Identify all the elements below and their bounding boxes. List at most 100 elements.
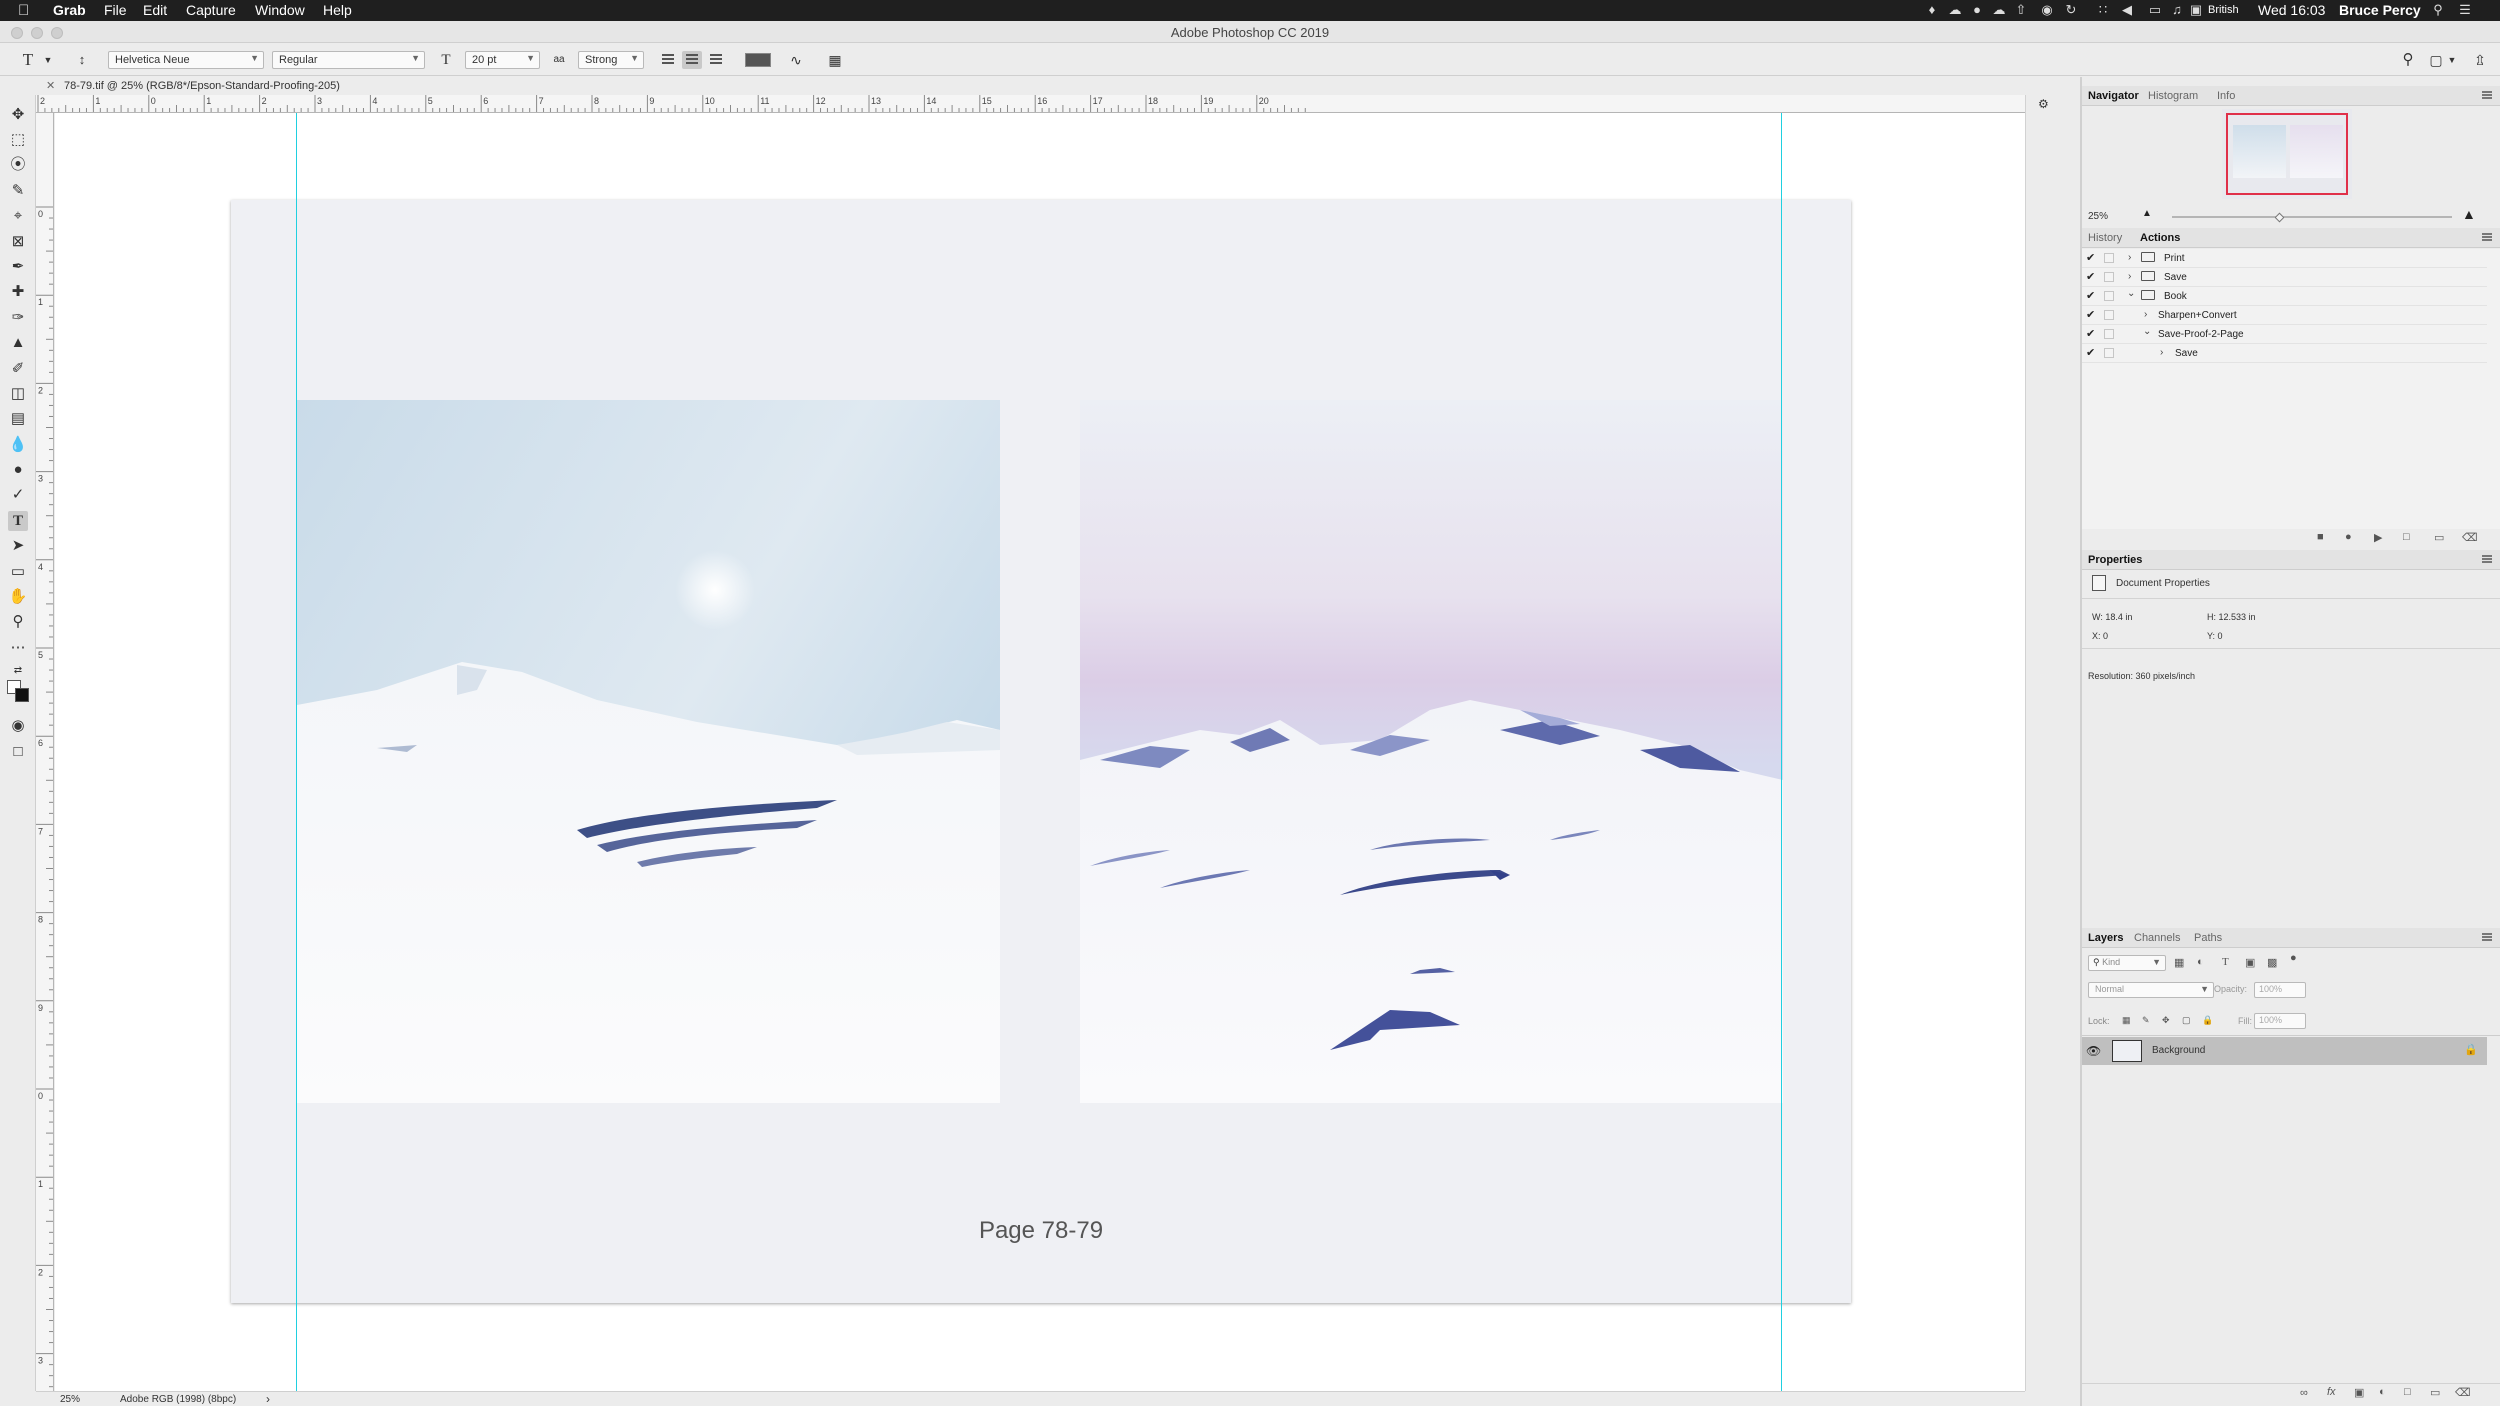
y-value[interactable]: Y: 0 <box>2207 631 2223 641</box>
eraser-tool-icon[interactable]: ◫ <box>8 384 28 404</box>
warp-text-icon[interactable]: ∿ <box>788 52 804 68</box>
font-family-select[interactable]: Helvetica Neue ▼ <box>108 51 264 69</box>
action-row[interactable]: ✔ › Sharpen+Convert <box>2082 306 2487 325</box>
fill-input[interactable]: 100% <box>2254 1013 2306 1029</box>
navigator-zoom-value[interactable]: 25% <box>2088 211 2108 222</box>
tab-layers[interactable]: Layers <box>2088 932 2123 944</box>
screen-mode-icon[interactable]: □ <box>8 742 28 762</box>
trash-icon[interactable]: ⌫ <box>2462 531 2478 544</box>
clone-stamp-tool-icon[interactable]: ▲ <box>8 333 28 353</box>
smart-object-filter-icon[interactable]: ▩ <box>2267 956 2277 969</box>
zoom-out-icon[interactable]: ▲ <box>2142 208 2152 219</box>
input-language[interactable]: British <box>2208 4 2239 16</box>
checkmark-icon[interactable]: ✔ <box>2086 327 2095 340</box>
text-orientation-icon[interactable]: ↕ <box>74 52 90 68</box>
share-icon[interactable]: ⇫ <box>2472 52 2488 68</box>
menubar-clock[interactable]: Wed 16:03 <box>2258 2 2325 18</box>
workspace-icon[interactable]: ▢ <box>2428 52 2444 68</box>
gradient-tool-icon[interactable]: ▤ <box>8 409 28 429</box>
horizontal-ruler[interactable]: 2 1 0 1 2 3 4 5 6 7 8 9 10 11 12 13 14 15 16 17 18 19 20 <box>36 95 2025 113</box>
close-icon[interactable]: ✕ <box>46 79 55 92</box>
chevron-down-icon[interactable]: ⌄ <box>2127 288 2135 299</box>
creative-cloud-icon[interactable]: ☁ <box>1948 3 1962 17</box>
status-menu-arrow[interactable]: › <box>266 1392 270 1406</box>
search-icon[interactable]: ⚲ <box>2400 52 2416 68</box>
swap-colors-icon[interactable]: ⇄ <box>8 661 28 681</box>
spotlight-search-icon[interactable]: ⚲ <box>2431 3 2445 17</box>
bluetooth-icon[interactable]: ∷ <box>2096 3 2110 17</box>
zoom-slider-thumb[interactable] <box>2274 212 2285 223</box>
checkmark-icon[interactable]: ✔ <box>2086 251 2095 264</box>
battery-icon[interactable]: ▭ <box>2148 3 2162 17</box>
layer-name[interactable]: Background <box>2152 1045 2205 1056</box>
zoom-slider-track[interactable] <box>2172 216 2452 218</box>
action-step-row[interactable]: ✔ › Save <box>2082 344 2487 363</box>
tab-histogram[interactable]: Histogram <box>2148 90 2198 102</box>
character-panel-icon[interactable]: ▦ <box>827 52 843 68</box>
blend-mode-select[interactable]: Normal ▼ <box>2088 982 2214 998</box>
background-color-swatch[interactable] <box>15 688 29 702</box>
eyedropper-tool-icon[interactable]: ✒ <box>8 257 28 277</box>
marquee-tool-icon[interactable]: ⬚ <box>8 130 28 150</box>
dialog-toggle-box[interactable] <box>2104 291 2114 301</box>
record-icon[interactable]: ● <box>2345 531 2352 543</box>
tab-properties[interactable]: Properties <box>2088 554 2142 566</box>
apple-icon[interactable]:  <box>18 2 29 19</box>
menubar-user[interactable]: Bruce Percy <box>2339 2 2421 18</box>
x-value[interactable]: X: 0 <box>2092 631 2108 641</box>
opacity-input[interactable]: 100% <box>2254 982 2306 998</box>
lock-transparent-icon[interactable]: ▦ <box>2122 1015 2131 1026</box>
dodge-tool-icon[interactable]: ● <box>8 460 28 480</box>
lock-all-icon[interactable]: 🔒 <box>2202 1015 2213 1026</box>
dialog-toggle-box[interactable] <box>2104 310 2114 320</box>
healing-brush-tool-icon[interactable]: ✚ <box>8 282 28 302</box>
crop-tool-icon[interactable]: ⌖ <box>8 206 28 226</box>
type-tool-preset-icon[interactable]: T <box>20 51 36 68</box>
panel-menu-icon[interactable] <box>2482 933 2492 941</box>
brush-tool-icon[interactable]: ✑ <box>8 308 28 328</box>
tab-actions[interactable]: Actions <box>2140 232 2180 244</box>
sync-icon[interactable]: ● <box>1970 3 1984 17</box>
vertical-ruler[interactable]: 0 1 2 3 4 5 6 7 8 9 0 1 2 3 <box>36 113 54 1391</box>
fx-icon[interactable]: fx <box>2327 1386 2336 1398</box>
align-left-button[interactable] <box>658 51 678 69</box>
action-set-row[interactable]: ✔ ⌄ Book <box>2082 287 2487 306</box>
type-layer-filter-icon[interactable]: T <box>2222 956 2229 968</box>
notification-center-icon[interactable]: ☰ <box>2458 3 2472 17</box>
chevron-right-icon[interactable]: › <box>2128 252 2131 263</box>
type-tool-icon[interactable]: T <box>8 511 28 531</box>
link-layers-icon[interactable]: ∞ <box>2300 1387 2308 1399</box>
layer-filter-select[interactable]: ⚲ Kind ▼ <box>2088 955 2166 971</box>
document-canvas[interactable]: Page 78-79 <box>55 113 2025 1391</box>
chevron-right-icon[interactable]: › <box>2144 309 2147 320</box>
wifi-icon[interactable]: ◀ <box>2120 3 2134 17</box>
chevron-down-icon[interactable]: ⌄ <box>2143 326 2151 337</box>
volume-icon[interactable]: ♫ <box>2170 3 2184 17</box>
move-tool-icon[interactable]: ✥ <box>8 105 28 125</box>
menu-help[interactable]: Help <box>323 2 352 18</box>
uk-flag-icon[interactable]: ▣ <box>2187 3 2205 17</box>
lock-icon[interactable]: 🔒 <box>2464 1043 2478 1056</box>
hand-tool-icon[interactable]: ✋ <box>8 587 28 607</box>
antialias-select[interactable]: Strong ▼ <box>578 51 644 69</box>
height-value[interactable]: H: 12.533 in <box>2207 612 2256 622</box>
width-value[interactable]: W: 18.4 in <box>2092 612 2132 622</box>
navigator-thumbnail[interactable] <box>2222 109 2352 199</box>
checkmark-icon[interactable]: ✔ <box>2086 346 2095 359</box>
eye-icon[interactable]: ◉ <box>2040 3 2054 17</box>
left-guide-line[interactable] <box>296 113 297 1391</box>
quick-selection-tool-icon[interactable]: ✎ <box>8 181 28 201</box>
layer-row-background[interactable]: 👁 Background 🔒 <box>2082 1037 2487 1065</box>
history-brush-tool-icon[interactable]: ✐ <box>8 359 28 379</box>
align-center-button[interactable] <box>682 51 702 69</box>
time-machine-icon[interactable]: ↻ <box>2064 3 2078 17</box>
adjustment-layer-filter-icon[interactable]: ◐ <box>2197 956 2204 968</box>
visibility-eye-icon[interactable]: 👁 <box>2086 1044 2101 1058</box>
chevron-down-icon[interactable]: ▼ <box>2444 52 2460 68</box>
document-tab[interactable]: ✕ 78-79.tif @ 25% (RGB/8*/Epson-Standard… <box>36 77 2036 95</box>
adjustment-layer-icon[interactable]: ◐ <box>2379 1386 2386 1398</box>
dialog-toggle-box[interactable] <box>2104 329 2114 339</box>
cloud-icon[interactable]: ☁ <box>1992 3 2006 17</box>
right-guide-line[interactable] <box>1781 113 1782 1391</box>
path-selection-tool-icon[interactable]: ➤ <box>8 536 28 556</box>
